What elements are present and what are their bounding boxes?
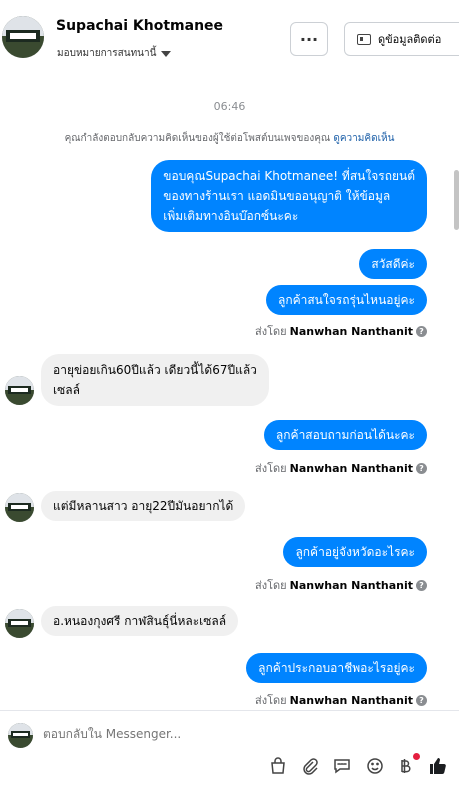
chat-template-icon[interactable] [331, 755, 353, 777]
sender-avatar[interactable] [5, 609, 34, 638]
conversation-header: Supachai Khotmanee มอบหมายการสนทนานี้ ··… [0, 0, 459, 82]
assign-label: มอบหมายการสนทนานี้ [57, 48, 157, 59]
sent-by-label: ส่งโดย Nanwhan Nanthanit ? [255, 322, 427, 340]
incoming-message[interactable]: แต่มีหลานสาว อายุ22ปีมันอยากได้ [41, 491, 246, 521]
message-thread[interactable]: 06:46 คุณกำลังตอบกลับความคิดเห็นของผู้ใช… [0, 82, 459, 710]
reply-input[interactable] [43, 727, 423, 741]
message-line: ขอบคุณSupachai Khotmanee! ที่สนใจรถยนต์ [163, 169, 415, 183]
sender-avatar[interactable] [5, 493, 34, 522]
outgoing-message[interactable]: ลูกค้าประกอบอาชีพอะไรอยู่คะ [246, 653, 427, 683]
info-icon[interactable]: ? [416, 579, 427, 591]
outgoing-message[interactable]: ขอบคุณSupachai Khotmanee! ที่สนใจรถยนต์ … [151, 160, 427, 232]
sent-by-prefix: ส่งโดย [255, 462, 287, 475]
message-timestamp: 06:46 [213, 100, 246, 113]
notification-dot [413, 753, 420, 760]
scrollbar[interactable] [454, 170, 459, 230]
outgoing-message[interactable]: สวัสดีค่ะ [359, 249, 427, 279]
sent-by-name: Nanwhan Nanthanit [289, 693, 413, 707]
outgoing-message[interactable]: ลูกค้าอยู่จังหวัดอะไรคะ [283, 537, 427, 567]
message-line: เซลล์ [53, 383, 80, 397]
shopping-bag-icon[interactable] [267, 755, 289, 777]
contact-name[interactable]: Supachai Khotmanee [56, 18, 223, 34]
sender-avatar[interactable] [5, 376, 34, 405]
thumbs-up-icon[interactable] [427, 755, 449, 777]
sent-by-prefix: ส่งโดย [255, 579, 287, 592]
view-contact-button[interactable]: ดูข้อมูลติดต่อ [344, 22, 459, 56]
paperclip-icon[interactable] [299, 755, 321, 777]
contact-avatar[interactable] [2, 16, 44, 58]
sent-by-label: ส่งโดย Nanwhan Nanthanit ? [255, 459, 427, 477]
message-line: ของทางร้านเรา แอดมินขออนุญาติ ให้ข้อมูล [163, 189, 391, 203]
incoming-message[interactable]: อ.หนองกุงศรี กาฬสินธุ์นี่หละเซลล์ [41, 606, 239, 636]
sent-by-prefix: ส่งโดย [255, 694, 287, 707]
emoji-icon[interactable] [364, 755, 386, 777]
outgoing-message[interactable]: ลูกค้าสอบถามก่อนได้นะคะ [263, 420, 427, 450]
notice-text: คุณกำลังตอบกลับความคิดเห็นของผู้ใช้ต่อโพ… [64, 133, 331, 144]
outgoing-message[interactable]: ลูกค้าสนใจรถรุ่นไหนอยู่คะ [265, 285, 427, 315]
view-contact-label: ดูข้อมูลติดต่อ [378, 33, 442, 46]
page-avatar [8, 723, 33, 748]
message-composer [0, 710, 459, 795]
info-icon[interactable]: ? [416, 694, 427, 706]
contact-card-icon [357, 33, 371, 45]
more-options-button[interactable]: ··· [290, 22, 328, 56]
info-icon[interactable]: ? [416, 462, 427, 474]
caret-down-icon [161, 50, 172, 57]
info-icon[interactable]: ? [416, 325, 427, 337]
message-line: เพิ่มเติมทางอินบ๊อกซ์นะคะ [163, 209, 299, 223]
sent-by-name: Nanwhan Nanthanit [289, 461, 413, 475]
sent-by-name: Nanwhan Nanthanit [289, 578, 413, 592]
view-comment-link[interactable]: ดูความคิดเห็น [333, 133, 394, 144]
sent-by-name: Nanwhan Nanthanit [289, 324, 413, 338]
assign-conversation-dropdown[interactable]: มอบหมายการสนทนานี้ [57, 46, 172, 61]
incoming-message[interactable]: อายุข่อยเกิน60ปีแล้ว เดียวนี้ได้67ปีแล้ว… [41, 354, 269, 406]
sent-by-prefix: ส่งโดย [255, 325, 287, 338]
sent-by-label: ส่งโดย Nanwhan Nanthanit ? [255, 691, 427, 709]
message-line: อายุข่อยเกิน60ปีแล้ว เดียวนี้ได้67ปีแล้ว [53, 363, 257, 377]
comment-reply-notice: คุณกำลังตอบกลับความคิดเห็นของผู้ใช้ต่อโพ… [0, 131, 459, 146]
sent-by-label: ส่งโดย Nanwhan Nanthanit ? [255, 576, 427, 594]
